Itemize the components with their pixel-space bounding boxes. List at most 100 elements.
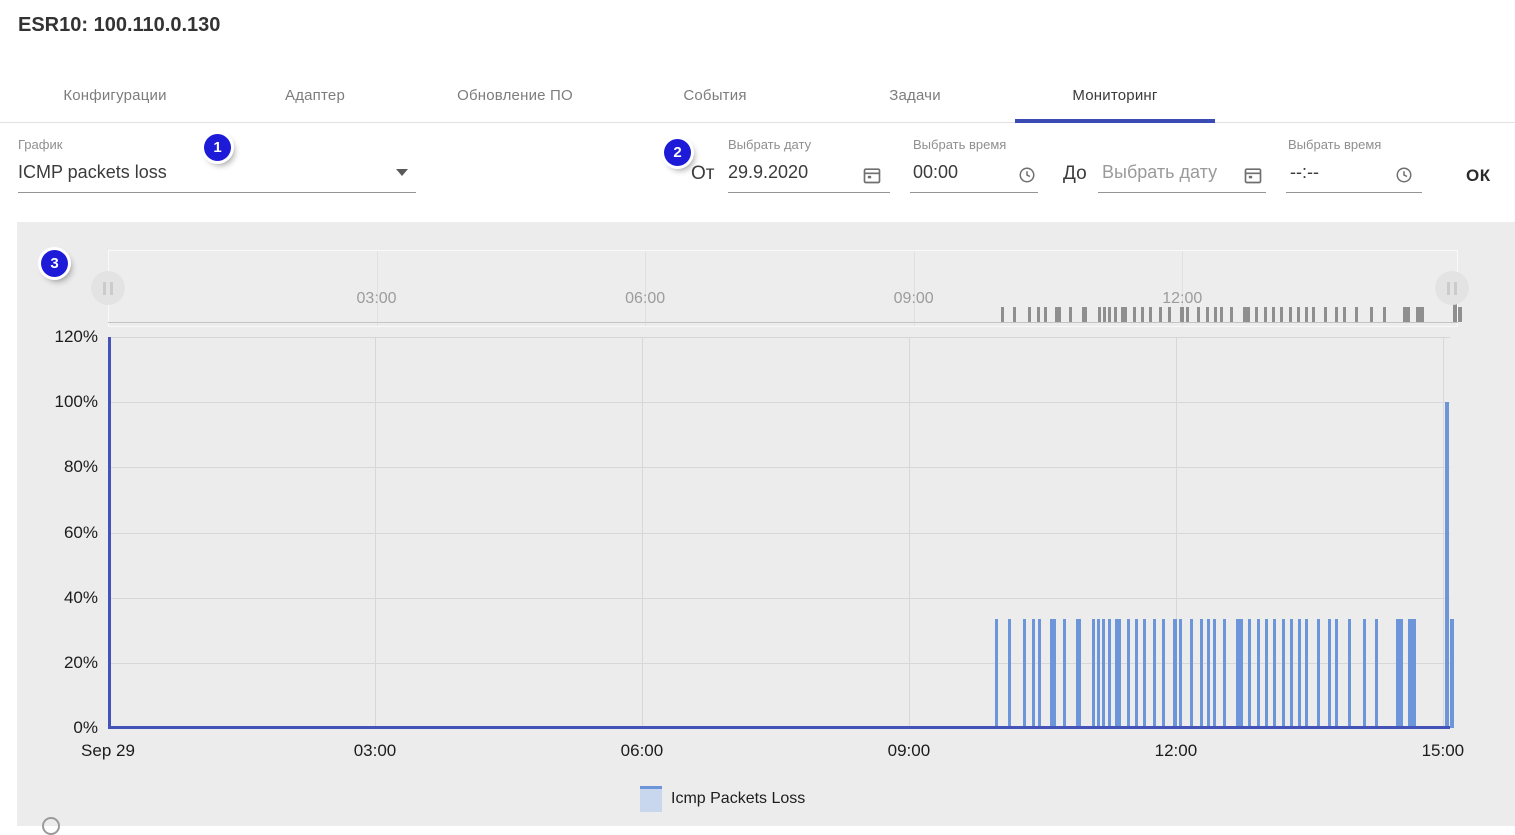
to-date-input[interactable]: Выбрать дату bbox=[1102, 162, 1217, 183]
chart-spike bbox=[1408, 619, 1416, 728]
navigator-bar bbox=[1403, 307, 1410, 322]
chart-spike bbox=[1273, 619, 1276, 728]
chart-spike bbox=[1032, 619, 1035, 728]
graph-select-label: График bbox=[18, 137, 62, 152]
to-time-underline bbox=[1286, 192, 1422, 193]
chart-spike bbox=[1153, 619, 1156, 728]
gridline bbox=[108, 402, 1450, 403]
tab-bar: КонфигурацииАдаптерОбновление ПОСобытияЗ… bbox=[0, 68, 1515, 123]
chart-spike bbox=[1162, 619, 1165, 728]
to-time-label: Выбрать время bbox=[1288, 137, 1381, 152]
to-time-input[interactable]: --:-- bbox=[1290, 162, 1319, 183]
chart-spike bbox=[1097, 619, 1100, 728]
chart-spike bbox=[1375, 619, 1378, 728]
chart-spike bbox=[1396, 619, 1403, 728]
navigator-gridline bbox=[377, 251, 378, 326]
navigator-bar bbox=[1069, 307, 1072, 322]
navigator-bar bbox=[1297, 307, 1300, 322]
navigator-tick-label: 09:00 bbox=[874, 290, 954, 308]
navigator-bar bbox=[1108, 307, 1111, 322]
navigator-bar bbox=[1370, 307, 1373, 322]
gridline bbox=[108, 598, 1450, 599]
y-tick-label: 80% bbox=[28, 457, 98, 477]
navigator-gridline bbox=[645, 251, 646, 326]
tab-события[interactable]: События bbox=[615, 68, 815, 122]
y-tick-label: 100% bbox=[28, 392, 98, 412]
navigator-bar bbox=[1197, 307, 1200, 322]
from-time-underline bbox=[910, 192, 1038, 193]
navigator-bar bbox=[1028, 307, 1031, 322]
navigator-bar bbox=[1343, 307, 1346, 322]
calendar-icon[interactable] bbox=[1243, 165, 1263, 185]
chart-spike bbox=[1050, 619, 1056, 728]
gridline bbox=[108, 467, 1450, 468]
from-date-label: Выбрать дату bbox=[728, 137, 811, 152]
navigator-bar bbox=[1458, 307, 1462, 322]
chart-spike bbox=[1143, 619, 1146, 728]
x-tick-label: 15:00 bbox=[1398, 741, 1488, 761]
legend-label: Icmp Packets Loss bbox=[671, 790, 805, 808]
chart-spike bbox=[1298, 619, 1301, 728]
navigator-bar bbox=[1214, 307, 1217, 322]
to-word: До bbox=[1063, 163, 1087, 185]
graph-select[interactable]: ICMP packets loss bbox=[18, 162, 167, 183]
tab-конфигурации[interactable]: Конфигурации bbox=[15, 68, 215, 122]
chart-spike bbox=[1282, 619, 1285, 728]
tab-задачи[interactable]: Задачи bbox=[815, 68, 1015, 122]
navigator-left-handle[interactable] bbox=[91, 271, 125, 305]
navigator-bar bbox=[1082, 307, 1087, 322]
tab-адаптер[interactable]: Адаптер bbox=[215, 68, 415, 122]
navigator-bar bbox=[1044, 307, 1047, 322]
navigator-bar bbox=[1255, 307, 1258, 322]
active-tab-indicator bbox=[1015, 119, 1215, 123]
x-axis-line bbox=[108, 726, 1450, 729]
navigator-bar bbox=[1121, 307, 1127, 322]
clock-icon[interactable] bbox=[1018, 166, 1036, 184]
tab-мониторинг[interactable]: Мониторинг bbox=[1015, 68, 1215, 122]
navigator-bar bbox=[1230, 307, 1233, 322]
ok-button[interactable]: ОК bbox=[1466, 166, 1491, 186]
legend-item[interactable]: Icmp Packets Loss bbox=[640, 786, 805, 812]
navigator-bar bbox=[1159, 307, 1162, 322]
chart-spike bbox=[1290, 619, 1293, 728]
chart-spike bbox=[1076, 619, 1081, 728]
gridline bbox=[108, 337, 1450, 338]
y-tick-label: 120% bbox=[28, 327, 98, 347]
navigator-bar bbox=[1312, 307, 1315, 322]
from-date-input[interactable]: 29.9.2020 bbox=[728, 162, 808, 183]
chart-spike bbox=[1445, 402, 1449, 728]
clock-icon[interactable] bbox=[1395, 166, 1413, 184]
tab-обновление по[interactable]: Обновление ПО bbox=[415, 68, 615, 122]
chart-spike bbox=[1108, 619, 1111, 728]
navigator-bar bbox=[1186, 307, 1189, 322]
annotation-badge-2: 2 bbox=[664, 139, 691, 166]
monitoring-page: ESR10: 100.110.0.130 КонфигурацииАдаптер… bbox=[0, 0, 1515, 826]
navigator-bar bbox=[1141, 307, 1144, 322]
navigator-tick-label: 06:00 bbox=[605, 290, 685, 308]
page-title: ESR10: 100.110.0.130 bbox=[18, 14, 220, 37]
navigator-bar bbox=[1180, 307, 1184, 322]
chart-spike bbox=[1063, 619, 1066, 728]
navigator-bar bbox=[1001, 307, 1004, 322]
chart-spike bbox=[1135, 619, 1138, 728]
navigator-gridline bbox=[914, 251, 915, 326]
x-tick-label: 09:00 bbox=[864, 741, 954, 761]
chevron-down-icon[interactable] bbox=[396, 169, 408, 176]
from-time-input[interactable]: 00:00 bbox=[913, 162, 958, 183]
gridline bbox=[909, 337, 910, 728]
navigator-right-handle[interactable] bbox=[1435, 271, 1469, 305]
gridline bbox=[108, 533, 1450, 534]
chart-spike bbox=[1265, 619, 1268, 728]
navigator-bar bbox=[1206, 307, 1209, 322]
y-tick-label: 60% bbox=[28, 523, 98, 543]
x-tick-label: 12:00 bbox=[1131, 741, 1221, 761]
navigator-bar bbox=[1114, 307, 1117, 322]
chart-spike bbox=[1223, 619, 1226, 728]
annotation-badge-1: 1 bbox=[204, 134, 231, 161]
navigator-bar bbox=[1289, 307, 1292, 322]
chart-spike bbox=[1207, 619, 1210, 728]
navigator-tick-label: 03:00 bbox=[337, 290, 417, 308]
calendar-icon[interactable] bbox=[862, 165, 882, 185]
navigator-bar bbox=[1013, 307, 1016, 322]
navigator-bar bbox=[1355, 307, 1358, 322]
